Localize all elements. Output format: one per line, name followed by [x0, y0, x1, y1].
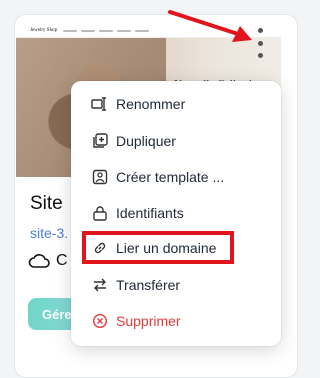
- manage-button-label: Gére: [42, 306, 72, 322]
- menu-item-label: Supprimer: [116, 313, 181, 329]
- transfer-icon: [91, 276, 109, 294]
- context-menu: Renommer Dupliquer Créer template ... Id…: [71, 81, 281, 346]
- menu-item-label: Dupliquer: [116, 133, 176, 149]
- site-status: C: [28, 252, 68, 270]
- highlight-box: [82, 231, 234, 264]
- status-text: C: [56, 252, 68, 269]
- site-url-link[interactable]: site-3.: [30, 225, 68, 241]
- menu-item-rename[interactable]: Renommer: [71, 86, 281, 122]
- site-title: Site: [30, 193, 63, 214]
- menu-item-delete[interactable]: Supprimer: [71, 303, 281, 339]
- menu-item-label: Créer template ...: [116, 169, 225, 185]
- menu-item-transfer[interactable]: Transférer: [71, 267, 281, 303]
- menu-item-credentials[interactable]: Identifiants: [71, 195, 281, 231]
- menu-item-label: Renommer: [116, 96, 186, 112]
- template-icon: [91, 168, 109, 186]
- annotation-arrow-icon: [168, 10, 252, 42]
- menu-item-label: Identifiants: [116, 205, 184, 221]
- menu-item-label: Transférer: [116, 277, 181, 293]
- cloud-icon: [28, 254, 50, 268]
- menu-item-create-template[interactable]: Créer template ...: [71, 159, 281, 195]
- lock-icon: [91, 204, 109, 222]
- duplicate-icon: [91, 132, 109, 150]
- rename-icon: [91, 95, 109, 113]
- delete-icon: [91, 312, 109, 330]
- menu-item-duplicate[interactable]: Dupliquer: [71, 123, 281, 159]
